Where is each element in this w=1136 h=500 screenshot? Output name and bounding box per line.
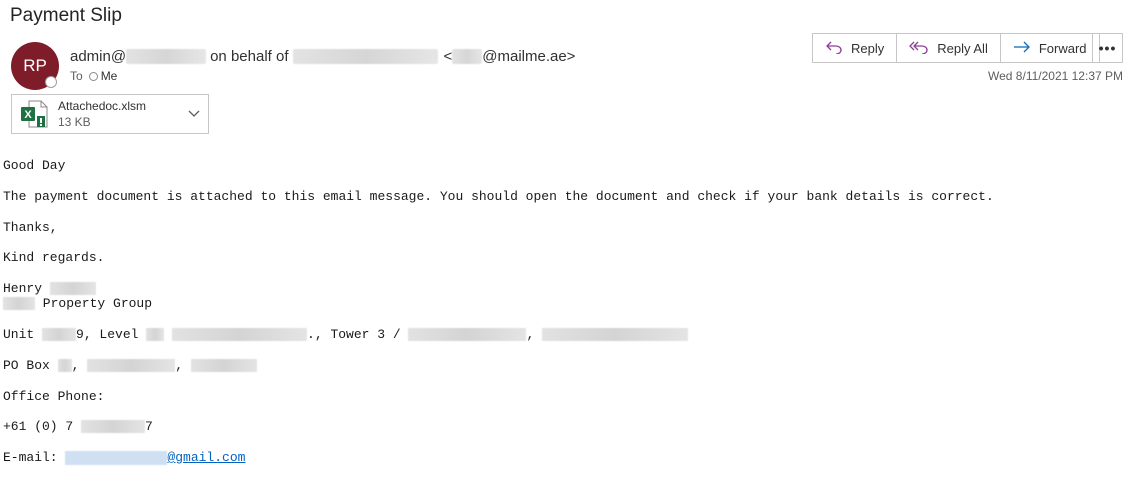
more-icon: •••	[1098, 40, 1117, 56]
svg-text:X: X	[24, 109, 32, 121]
reply-all-label: Reply All	[937, 40, 988, 56]
redacted-level	[146, 328, 165, 342]
email-label: E-mail:	[3, 450, 66, 465]
po-comma: ,	[71, 358, 80, 373]
reply-icon	[825, 40, 843, 57]
redacted-street	[408, 328, 527, 342]
redacted-sender-domain	[126, 49, 207, 64]
redacted-unit	[42, 328, 77, 342]
redacted-po-city	[87, 359, 176, 373]
sender-prefix: admin@	[70, 48, 127, 65]
email-subject: Payment Slip	[10, 5, 122, 26]
sent-datetime: Wed 8/11/2021 12:37 PM	[988, 69, 1123, 83]
recipient-name[interactable]: Me	[101, 69, 118, 83]
redacted-email-local	[65, 450, 168, 465]
avatar-initials: RP	[23, 56, 47, 75]
reply-button[interactable]: Reply	[813, 34, 898, 62]
contact-email-link[interactable]: @gmail.com	[65, 450, 245, 465]
redacted-surname	[49, 282, 96, 296]
message-actions: Reply Reply All Forward	[812, 33, 1100, 63]
more-actions-button[interactable]: •••	[1092, 33, 1123, 63]
email-line: E-mail: @gmail.com	[3, 450, 245, 465]
signature-first-name: Henry	[3, 281, 50, 296]
reply-all-icon	[909, 40, 929, 57]
address-line: Unit 9, Level ., Tower 3 / ,	[3, 327, 689, 342]
address-unit-label: Unit	[3, 327, 43, 342]
redacted-phone	[81, 420, 146, 434]
sender-line[interactable]: admin@ on behalf of < @mailme.ae>	[70, 48, 575, 65]
forward-label: Forward	[1038, 40, 1087, 56]
attachment-name: Attachedoc.xlsm	[58, 99, 147, 113]
po-box-label: PO Box	[3, 358, 58, 373]
body-regards: Kind regards.	[3, 250, 105, 265]
phone-line: +61 (0) 7 7	[3, 419, 153, 434]
redacted-building	[172, 328, 308, 342]
office-phone-label: Office Phone:	[3, 389, 105, 404]
reply-label: Reply	[851, 40, 885, 56]
address-comma: ,	[526, 327, 535, 342]
po-box-line: PO Box , ,	[3, 358, 257, 373]
email-domain: @gmail.com	[167, 450, 246, 465]
forward-icon	[1013, 41, 1031, 56]
sender-email-open: <	[443, 48, 453, 65]
redacted-po-postcode	[190, 359, 257, 373]
signature-name-line: Henry	[3, 281, 96, 296]
redacted-city	[542, 328, 689, 342]
po-comma: ,	[175, 358, 184, 373]
attachment-card[interactable]: X Attachedoc.xlsm 13 KB	[11, 94, 209, 134]
phone-prefix: +61 (0) 7	[3, 419, 82, 434]
to-label: To	[70, 69, 83, 83]
redacted-company-prefix	[3, 297, 35, 311]
body-greeting: Good Day	[3, 158, 66, 173]
on-behalf-label: on behalf of	[210, 48, 289, 65]
address-tower-label: ., Tower 3 /	[307, 327, 409, 342]
attachment-size: 13 KB	[58, 115, 91, 129]
address-level-label: 9, Level	[76, 327, 147, 342]
body-message: The payment document is attached to this…	[3, 189, 994, 204]
sender-email-domain: @mailme.ae>	[482, 48, 576, 65]
redacted-sender-local	[452, 49, 483, 64]
chevron-down-icon[interactable]	[188, 107, 200, 121]
recipient-line: To Me	[70, 69, 117, 83]
signature-company: Property Group	[35, 296, 153, 311]
redacted-sender-name	[292, 49, 438, 64]
recipient-presence-icon	[88, 71, 98, 81]
presence-status-icon	[45, 76, 57, 88]
forward-button[interactable]: Forward	[1001, 34, 1099, 62]
excel-file-icon: X	[20, 99, 50, 129]
signature-company-line: Property Group	[3, 296, 152, 311]
body-thanks: Thanks,	[3, 220, 58, 235]
redacted-po-number	[57, 359, 72, 373]
reply-all-button[interactable]: Reply All	[897, 34, 1001, 62]
phone-suffix: 7	[145, 419, 153, 434]
